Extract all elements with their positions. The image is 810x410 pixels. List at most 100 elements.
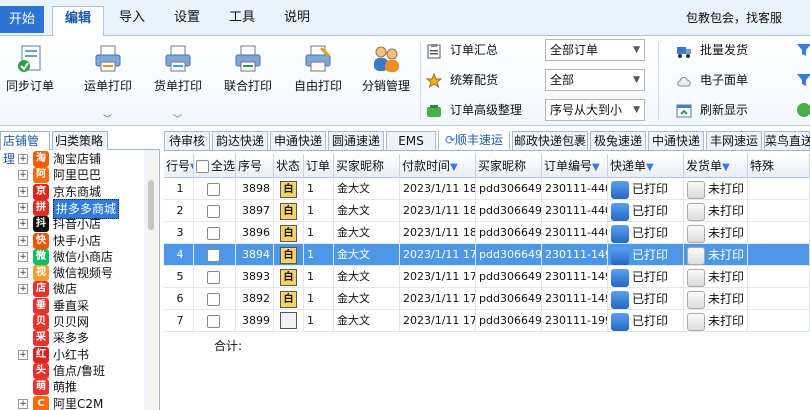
expand-icon[interactable]: + [18, 349, 28, 360]
dispatch-button[interactable]: 统筹配货 [426, 69, 498, 91]
tab-shop-management[interactable]: 店铺管理 [0, 131, 50, 166]
row-checkbox[interactable] [207, 270, 220, 284]
tab-category-strategy[interactable]: 归类策略 [52, 131, 108, 150]
goods-print-chevron-down-icon[interactable]: ﹀ [173, 112, 182, 125]
order-filter-select[interactable]: 全部订单 ▼ [545, 39, 645, 61]
filter-icon[interactable] [796, 72, 810, 88]
refresh-display-button[interactable]: 刷新显示 [676, 99, 748, 121]
table-row[interactable]: 5 3893 白1金大文2023/1/11 17pdd306649158230111… [164, 266, 810, 288]
row-checkbox[interactable] [207, 182, 220, 196]
column-header[interactable]: 状态 [274, 154, 304, 178]
tree-node-shop[interactable]: + 微微信小商店 [0, 248, 148, 266]
expand-icon[interactable]: + [18, 284, 28, 295]
start-menu-button[interactable]: 开始 [0, 6, 44, 33]
expand-icon[interactable]: + [18, 219, 28, 230]
tree-node-shop[interactable]: 萌萌推 [0, 378, 148, 396]
column-header[interactable]: 特殊 [748, 154, 810, 178]
table-row[interactable]: 6 3892 白1金大文2023/1/11 17pdd306649158230111… [164, 288, 810, 310]
menu-tab-import[interactable]: 导入 [110, 6, 154, 36]
row-checkbox[interactable] [207, 292, 220, 306]
column-header[interactable]: 订单 [304, 154, 334, 178]
expand-icon[interactable]: + [18, 186, 28, 197]
expand-icon[interactable]: + [18, 202, 28, 213]
table-row[interactable]: 13898白1金大文2023/1/11 18pdd306649158230111… [164, 178, 810, 200]
tree-node-shop[interactable]: + 视微信视频号 [0, 264, 148, 282]
row-checkbox[interactable] [207, 226, 220, 240]
tree-node-shop[interactable]: 贝贝贝网 [0, 313, 148, 331]
filter-icon[interactable]: ▼ [450, 162, 458, 173]
tree-node-shop[interactable]: + 快快手小店 [0, 232, 148, 250]
tree-node-shop[interactable]: + 淘淘宝店铺 [0, 150, 148, 168]
table-row[interactable]: 3 3896 白1金大文2023/1/11 18pdd306649158230111… [164, 222, 810, 244]
column-header[interactable]: 付款时间▼ [400, 154, 476, 178]
tab-express-company[interactable]: 邮政快递包裹 [512, 131, 588, 150]
table-row[interactable]: 7 3899 1金大文2023/1/11 17pdd306649158230111-… [164, 310, 810, 332]
row-checkbox[interactable] [207, 248, 220, 262]
electronic-waybill-button[interactable]: 电子面单 [676, 69, 748, 91]
filter-icon[interactable]: ▼ [592, 162, 600, 173]
menu-tab-tools[interactable]: 工具 [220, 6, 264, 36]
tree-node-shop[interactable]: 采采多多 [0, 329, 148, 347]
scope-filter-select[interactable]: 全部 ▼ [545, 69, 645, 91]
table-row[interactable]: 2 3897 白1金大文2023/1/11 18pdd306649158230111… [164, 200, 810, 222]
advanced-sort-button[interactable]: 订单高级整理 [426, 99, 522, 121]
waybill-print-chevron-down-icon[interactable]: ﹀ [103, 112, 112, 125]
column-header[interactable]: 行号▼ [164, 154, 194, 178]
order-summary-button[interactable]: 订单汇总 [426, 39, 498, 61]
tab-express-company[interactable]: 申通快递 [270, 131, 326, 150]
tab-express-company[interactable]: 圆通速递 [328, 131, 384, 150]
column-header[interactable]: 发货单▼ [684, 154, 748, 178]
column-header[interactable]: 全选 [194, 154, 236, 178]
scrollbar-thumb[interactable] [148, 180, 154, 230]
expand-icon[interactable]: + [18, 251, 28, 262]
goods-print-button[interactable]: 货单打印 [148, 44, 208, 94]
expand-icon[interactable]: + [18, 398, 28, 409]
sync-orders-button[interactable]: 同步订单 [2, 44, 58, 94]
tree-node-shop[interactable]: + 红小红书 [0, 346, 148, 364]
tree-node-shop[interactable]: + 抖抖音小店 [0, 215, 148, 233]
batch-ship-button[interactable]: 批量发货 [676, 39, 748, 61]
tree-node-shop[interactable]: + C 阿里C2M [0, 395, 148, 410]
tab-express-company[interactable]: 中通快递 [648, 131, 704, 150]
tab-express-company[interactable]: EMS [386, 131, 436, 150]
tree-node-shop[interactable]: + 店微店 [0, 280, 148, 298]
combined-print-button[interactable]: 联合打印 [218, 44, 278, 94]
tree-node-shop[interactable]: + 阿阿里巴巴 [0, 166, 148, 184]
distribution-management-button[interactable]: 分销管理 [356, 44, 416, 94]
select-all-checkbox[interactable] [196, 160, 209, 173]
support-text[interactable]: 包教包会，找客服 [686, 8, 782, 28]
menu-tab-edit[interactable]: 编辑 [52, 6, 104, 36]
tab-express-company[interactable]: 韵达快递 [212, 131, 268, 150]
row-checkbox[interactable] [207, 204, 220, 218]
column-header[interactable]: 快递单▼ [608, 154, 684, 178]
tree-node-shop[interactable]: + 京京东商城 [0, 183, 148, 201]
tree-scrollbar[interactable] [144, 150, 158, 410]
tree-node-shop[interactable]: 垂垂直采 [0, 297, 148, 315]
tab-express-company[interactable]: 丰网速运 [706, 131, 762, 150]
row-checkbox[interactable] [207, 314, 220, 328]
menu-tab-settings[interactable]: 设置 [165, 6, 209, 36]
expand-icon[interactable]: + [18, 170, 28, 181]
waybill-print-button[interactable]: 运单打印 [78, 44, 138, 94]
column-header[interactable]: 买家昵称 [334, 154, 400, 178]
free-print-button[interactable]: 自由打印 [288, 44, 348, 94]
tree-node-shop[interactable]: 头值点/鲁班 [0, 362, 148, 380]
globe-icon[interactable] [796, 102, 810, 118]
tab-express-company[interactable]: 极兔速递 [590, 131, 646, 150]
table-row[interactable]: 4 3894 白1金大文2023/1/11 17pdd306649158230111… [164, 244, 810, 266]
tab-express-company[interactable]: 菜鸟直送 [764, 131, 810, 150]
column-header[interactable]: 订单编号▼ [542, 154, 608, 178]
expand-icon[interactable]: + [18, 235, 28, 246]
filter-icon[interactable] [796, 42, 810, 58]
expand-icon[interactable]: + [18, 154, 28, 164]
tree-node-shop[interactable]: + 拼拼多多商城 [0, 198, 148, 219]
column-header[interactable]: 买家昵称 [476, 154, 542, 178]
filter-icon[interactable]: ▼ [722, 162, 730, 173]
filter-icon[interactable]: ▼ [646, 162, 654, 173]
tab-express-company[interactable]: ⟳顺丰速运 [438, 131, 510, 150]
tab-express-company[interactable]: 待审核 [164, 131, 210, 150]
menu-tab-help[interactable]: 说明 [275, 6, 319, 36]
sort-order-select[interactable]: 序号从大到小 ▼ [545, 99, 645, 121]
expand-icon[interactable]: + [18, 268, 28, 279]
column-header[interactable]: 序号 [236, 154, 274, 178]
